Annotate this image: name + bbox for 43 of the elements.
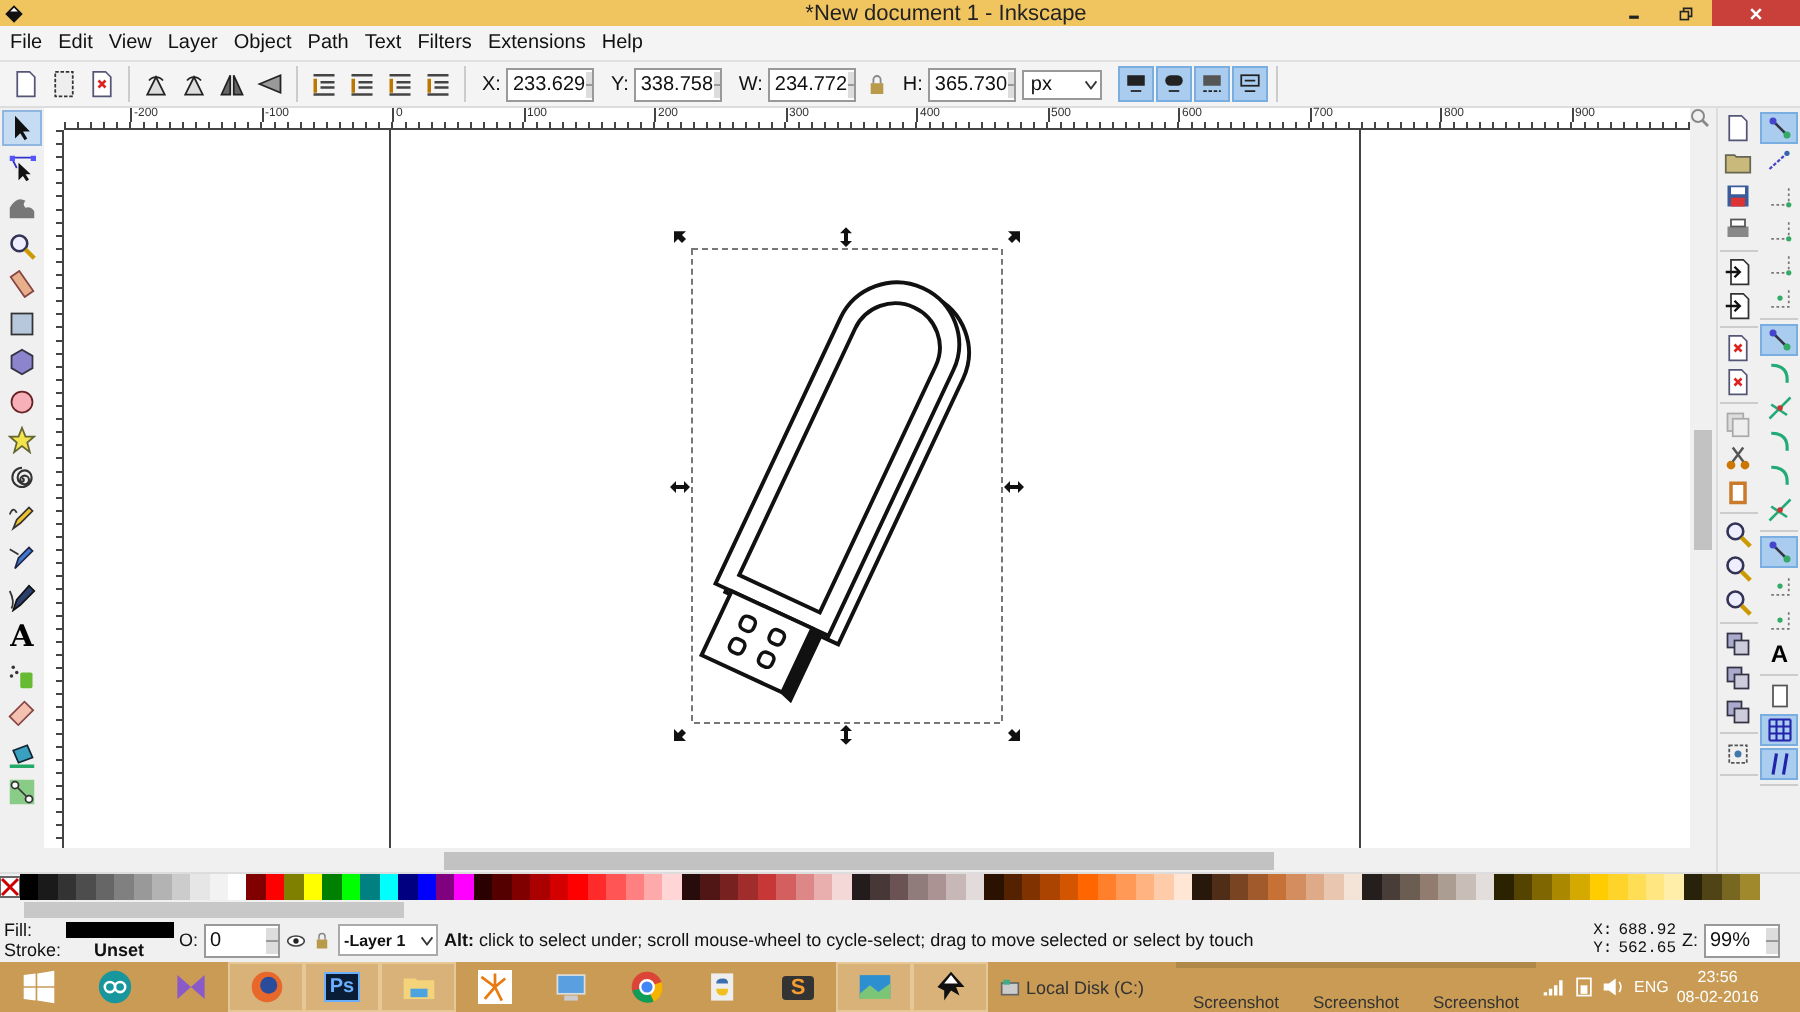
menu-item[interactable]: Object <box>227 32 298 54</box>
app-logo: S <box>782 975 814 999</box>
drive-label[interactable]: Local Disk (C:) <box>1026 977 1145 997</box>
zoom-field[interactable]: 99% <box>1704 923 1780 957</box>
stroke-value[interactable]: Unset <box>65 940 174 960</box>
menu-item[interactable]: Path <box>301 32 355 54</box>
coordinate-label: Y: <box>1593 940 1613 958</box>
window-title: *New document 1 - Inkscape <box>803 1 1089 25</box>
opacity-field[interactable]: 0 <box>204 923 281 957</box>
spin-field[interactable]: 233.629 <box>506 67 595 101</box>
unit-dropdown[interactable]: px <box>1022 69 1103 99</box>
window-thumbnail[interactable]: Screenshot <box>1416 962 1536 1012</box>
field-label: Y: <box>610 73 629 95</box>
zoom-label: Z: <box>1682 930 1698 950</box>
tool-button[interactable]: A <box>2 618 42 655</box>
coordinate-label: X: <box>1593 922 1613 940</box>
field-label: H: <box>902 73 923 95</box>
field-label: W: <box>738 73 763 95</box>
menu-item[interactable]: Layer <box>161 32 224 54</box>
menu-item[interactable]: Filters <box>411 32 478 54</box>
coordinate-value: 562.65 <box>1618 940 1676 958</box>
snap-button[interactable]: A <box>1760 638 1799 670</box>
layer-dropdown[interactable]: -Layer 1 <box>338 924 439 956</box>
stroke-label: Stroke: <box>4 940 62 960</box>
status-message: Alt: click to select under; scroll mouse-wheel to cycle-select; drag to move selected or select by touch <box>444 930 1256 950</box>
menu-item[interactable]: File <box>4 32 49 54</box>
spin-field[interactable]: 234.772 <box>768 67 857 101</box>
field-label: X: <box>482 73 501 95</box>
spin-field[interactable]: 365.730 <box>928 67 1017 101</box>
menu-item[interactable]: Help <box>595 32 649 54</box>
menu-item[interactable]: View <box>102 32 158 54</box>
menu-item[interactable]: Edit <box>52 32 99 54</box>
coordinate-value: 688.92 <box>1618 922 1676 940</box>
window-thumbnail[interactable]: Screenshot <box>1176 962 1296 1012</box>
taskbar-button[interactable]: S <box>760 962 836 1012</box>
menu-item[interactable]: Extensions <box>481 32 592 54</box>
opacity-label: O: <box>179 930 199 950</box>
window-thumbnail[interactable]: Screenshot <box>1296 962 1416 1012</box>
fill-label: Fill: <box>4 920 34 940</box>
menu-item[interactable]: Text <box>358 32 408 54</box>
spin-field[interactable]: 338.758 <box>634 67 723 101</box>
taskbar-button[interactable]: Ps <box>304 962 380 1012</box>
app-logo: Ps <box>323 972 361 1002</box>
